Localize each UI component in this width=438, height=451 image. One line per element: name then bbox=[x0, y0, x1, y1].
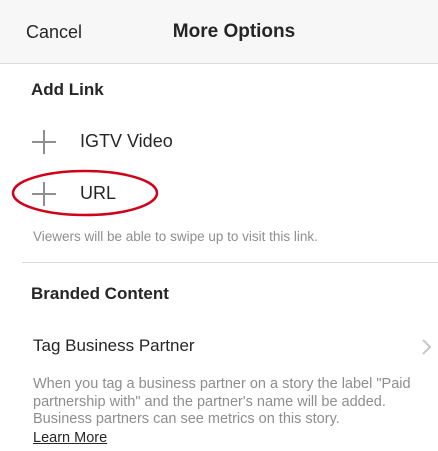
more-options-screen: Cancel More Options Add Link IGTV Video … bbox=[0, 0, 438, 451]
highlight-ellipse bbox=[11, 169, 159, 217]
tag-business-partner-label: Tag Business Partner bbox=[33, 336, 195, 355]
add-link-heading: Add Link bbox=[31, 80, 104, 99]
page-title: More Options bbox=[172, 21, 296, 42]
igtv-video-label: IGTV Video bbox=[80, 131, 173, 151]
section-divider bbox=[22, 262, 438, 263]
branded-content-heading: Branded Content bbox=[31, 284, 169, 303]
branded-content-description: When you tag a business partner on a sto… bbox=[33, 376, 411, 427]
nav-header: Cancel More Options bbox=[0, 0, 438, 64]
plus-icon bbox=[32, 130, 56, 154]
link-hint-text: Viewers will be able to swipe up to visi… bbox=[33, 229, 318, 244]
igtv-video-row[interactable]: IGTV Video bbox=[0, 120, 438, 164]
chevron-right-icon bbox=[422, 339, 432, 355]
learn-more-link[interactable]: Learn More bbox=[33, 430, 107, 446]
tag-business-partner-row[interactable]: Tag Business Partner bbox=[0, 330, 438, 364]
